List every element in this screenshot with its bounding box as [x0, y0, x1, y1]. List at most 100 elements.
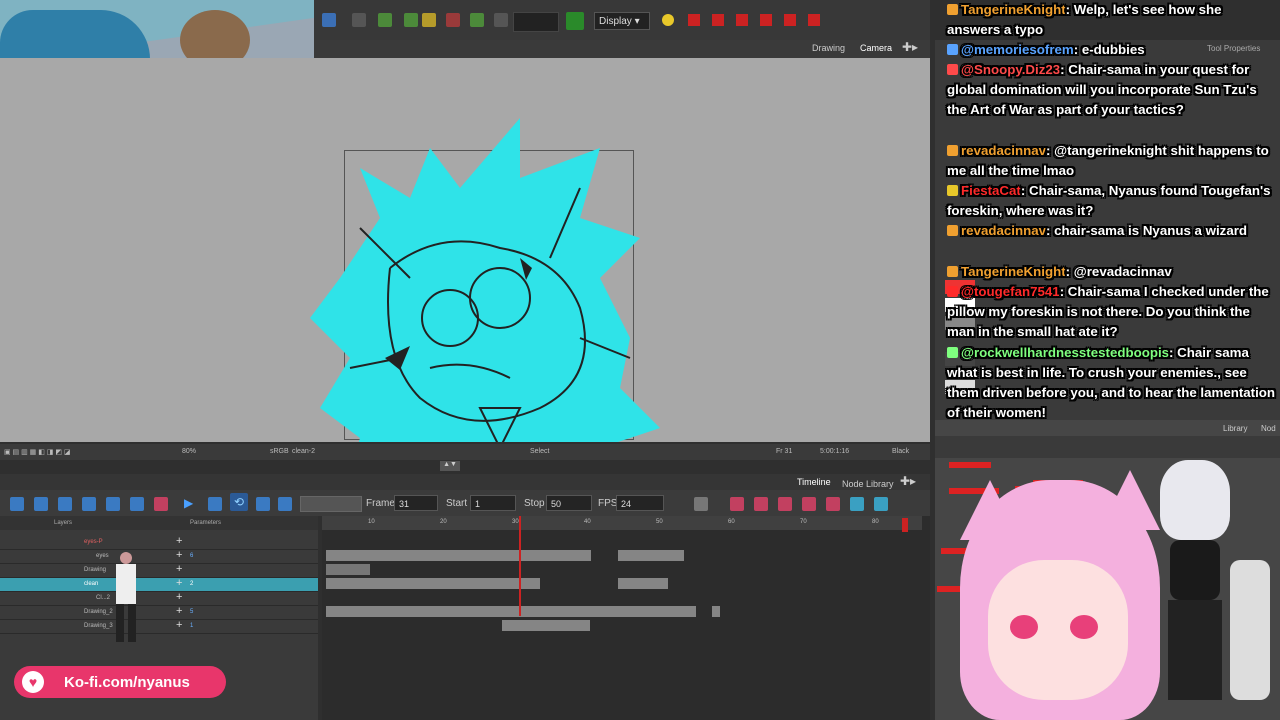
key-add-icon[interactable] [712, 14, 724, 26]
group-icon[interactable] [106, 497, 120, 511]
play-icon[interactable]: ▶ [184, 496, 193, 510]
key-icon[interactable] [688, 14, 700, 26]
rotate-icon[interactable] [446, 13, 460, 27]
add-peg-icon[interactable] [82, 497, 96, 511]
tab-camera[interactable]: Camera [860, 43, 892, 53]
key-interp-icon[interactable] [694, 497, 708, 511]
window-icon[interactable] [322, 13, 336, 27]
chat-username: FiestaCat [961, 183, 1021, 198]
layer-row-selected[interactable]: clean 2 + [0, 577, 318, 592]
layer-props-icon[interactable] [34, 497, 48, 511]
fps-field[interactable]: 24 [616, 495, 664, 511]
move-icon[interactable] [404, 13, 418, 27]
exposure-bar[interactable] [618, 550, 684, 561]
add-param-icon[interactable]: + [176, 577, 182, 589]
chat-text: : e-dubbies [1073, 42, 1145, 57]
key-next-icon[interactable] [784, 14, 796, 26]
frame-field[interactable]: 31 [394, 495, 438, 511]
playhead[interactable] [519, 516, 521, 616]
layer-row[interactable]: Drawing + [0, 563, 318, 578]
frame-ruler[interactable]: 10 20 30 40 50 60 70 80 [322, 516, 922, 530]
speed-slider[interactable] [300, 496, 362, 512]
add-param-icon[interactable]: + [176, 591, 182, 603]
key-prev-icon[interactable] [760, 14, 772, 26]
ease-out-icon[interactable] [778, 497, 792, 511]
ease-in-icon[interactable] [754, 497, 768, 511]
exposure-bar[interactable] [502, 620, 590, 631]
frame-icon[interactable] [422, 13, 436, 27]
loop-icon[interactable]: ⟲ [230, 493, 248, 511]
ruler-tick: 60 [728, 519, 735, 525]
display-select[interactable]: Display ▾ [594, 12, 650, 30]
kofi-link-text: Ko-fi.com/nyanus [64, 674, 190, 691]
tab-drawing[interactable]: Drawing [812, 43, 845, 53]
kofi-banner[interactable]: ♥ Ko-fi.com/nyanus [14, 666, 226, 698]
view-tool-icons[interactable]: ▣ ▤ ▥ ▦ ◧ ◨ ◩ ◪ [4, 448, 71, 456]
add-param-icon[interactable]: + [176, 619, 182, 631]
exposure-bar[interactable] [326, 606, 696, 617]
stop-motion-icon[interactable] [826, 497, 840, 511]
tool-preset-select[interactable] [513, 12, 559, 32]
delete-layer-icon[interactable] [154, 497, 168, 511]
camera-icon[interactable] [850, 497, 864, 511]
chat-message: FiestaCat: Chair-sama, Nyanus found Toug… [947, 181, 1277, 221]
transform-icon[interactable] [378, 13, 392, 27]
layer-row[interactable]: eyes 6 + [0, 549, 318, 564]
animate-mode-icon[interactable] [566, 12, 584, 30]
layer-row[interactable]: Drawing_3 1 + [0, 619, 318, 634]
key-remove-icon[interactable] [736, 14, 748, 26]
badge-icon [947, 225, 958, 236]
chat-username: revadacinnav [961, 143, 1047, 158]
layer-row[interactable]: Cl...2 + [0, 591, 318, 606]
ruler-tick: 10 [368, 519, 375, 525]
add-param-icon[interactable]: + [176, 605, 182, 617]
exposure-bar[interactable] [326, 550, 591, 561]
sound-scrub-icon[interactable] [278, 497, 292, 511]
camera-viewport[interactable] [0, 58, 930, 442]
layer-num: 6 [190, 553, 194, 559]
layer-name: eyes [96, 553, 109, 559]
add-param-icon[interactable]: + [176, 535, 182, 547]
tree-icon[interactable] [130, 497, 144, 511]
left-eye [1010, 615, 1038, 639]
start-label: Start [446, 498, 468, 509]
exposure-bar[interactable] [326, 564, 370, 575]
stop-marker[interactable] [902, 518, 908, 532]
exposure-bar[interactable] [326, 578, 540, 589]
add-layer-icon[interactable] [58, 497, 72, 511]
ruler-tick: 30 [512, 519, 519, 525]
light-bulb-icon[interactable] [662, 14, 674, 26]
scale-icon[interactable] [494, 13, 508, 27]
layer-row[interactable]: Drawing_2 5 + [0, 605, 318, 620]
layer-name: Drawing [84, 567, 107, 573]
timeline-tracks[interactable]: 10 20 30 40 50 60 70 80 [322, 516, 930, 720]
add-tab-icon[interactable]: ✚▸ [902, 40, 918, 54]
zoom-level[interactable]: 80% [182, 448, 196, 455]
character-drawing[interactable] [300, 108, 680, 442]
badge-icon [947, 286, 958, 297]
sound-icon[interactable] [256, 497, 270, 511]
exposure-bar[interactable] [712, 606, 720, 617]
add-param-icon[interactable]: + [176, 563, 182, 575]
peg-icon[interactable] [470, 13, 484, 27]
exposure-bar[interactable] [618, 578, 668, 589]
layer-row[interactable]: eyes-P + [0, 535, 318, 550]
library-tab[interactable]: Library [1223, 424, 1247, 433]
key-stop-icon[interactable] [808, 14, 820, 26]
start-field[interactable]: 1 [470, 495, 516, 511]
ease-icon[interactable] [730, 497, 744, 511]
grid-tool-icon[interactable] [352, 13, 366, 27]
node-tab[interactable]: Nod [1261, 424, 1276, 433]
collapse-arrows-icon[interactable]: ▲▼ [440, 461, 460, 471]
play-selection-icon[interactable] [208, 497, 222, 511]
tab-timeline[interactable]: Timeline [797, 477, 831, 487]
film-icon[interactable] [874, 497, 888, 511]
stop-field[interactable]: 50 [546, 495, 592, 511]
add-tab-icon-2[interactable]: ✚▸ [900, 474, 916, 488]
ruler-tick: 50 [656, 519, 663, 525]
fps-label: FPS [598, 498, 618, 509]
onion-skin-icon[interactable] [10, 497, 24, 511]
add-param-icon[interactable]: + [176, 549, 182, 561]
motion-icon[interactable] [802, 497, 816, 511]
tab-node-library[interactable]: Node Library [842, 479, 894, 489]
